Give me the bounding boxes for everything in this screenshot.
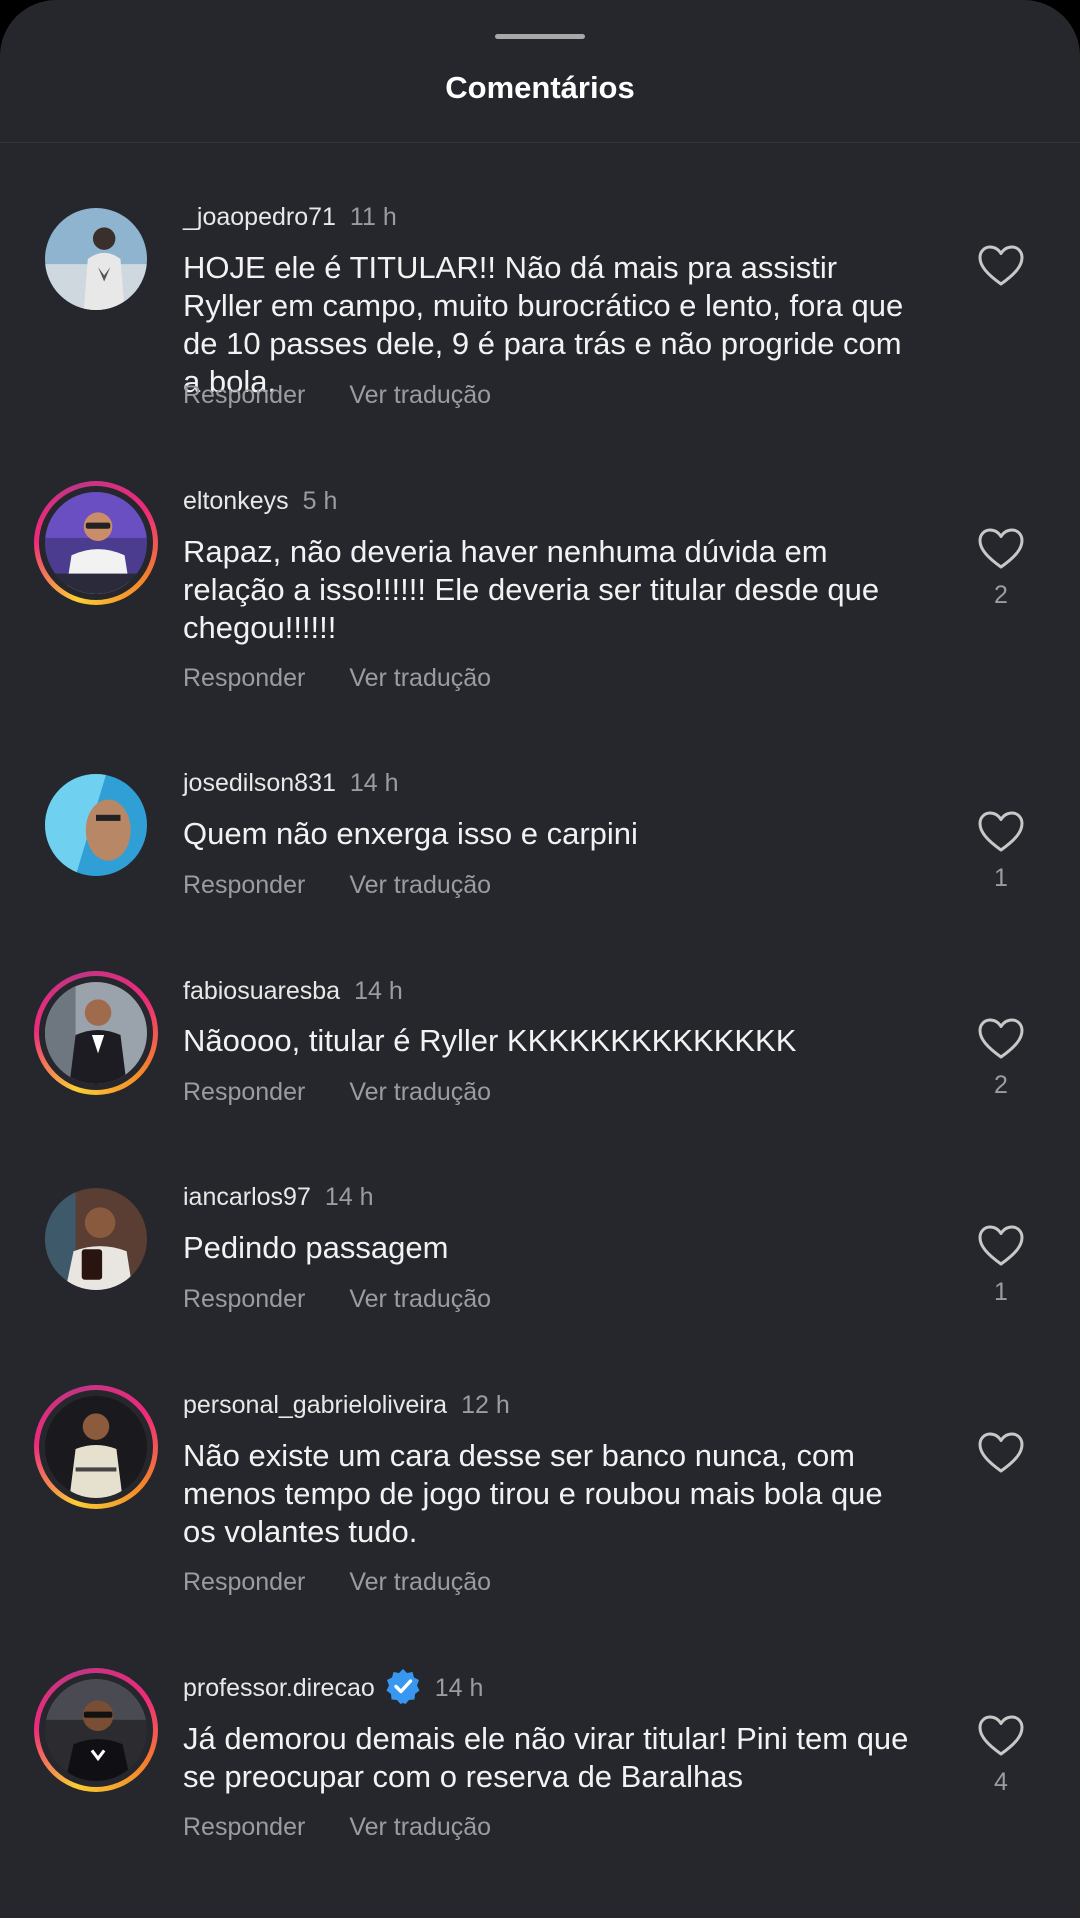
heart-outline-icon (978, 1432, 1024, 1473)
like-count: 2 (994, 1071, 1008, 1099)
comment-actions: Responder Ver tradução (183, 664, 491, 693)
username[interactable]: _joaopedro71 (183, 203, 336, 231)
see-translation-button[interactable]: Ver tradução (349, 1813, 491, 1841)
comment-actions: Responder Ver tradução (183, 871, 491, 900)
heart-outline-icon (978, 1225, 1024, 1266)
comment-meta: eltonkeys 5 h (183, 485, 337, 517)
username[interactable]: professor.direcao (183, 1674, 375, 1702)
timestamp: 14 h (434, 1674, 484, 1702)
avatar-image (45, 1396, 147, 1498)
avatar-image (45, 492, 147, 594)
avatar[interactable] (34, 971, 158, 1095)
avatar[interactable] (34, 481, 158, 605)
username[interactable]: iancarlos97 (183, 1183, 311, 1211)
comment-text: Já demorou demais ele não virar titular!… (183, 1721, 909, 1794)
like-count: 1 (994, 864, 1008, 892)
page-title: Comentários (445, 70, 635, 105)
timestamp: 14 h (349, 769, 399, 797)
timestamp: 14 h (354, 977, 403, 1005)
like-button[interactable]: 2 (975, 1017, 1027, 1100)
avatar[interactable] (34, 1668, 158, 1792)
avatar-image (45, 982, 147, 1084)
comment-text: Pedindo passagem (183, 1230, 449, 1265)
avatar[interactable] (34, 1385, 158, 1509)
comment-meta: fabiosuaresba 14 h (183, 975, 403, 1007)
comments-sheet: Comentários _joaopedro71 11 h HOJE ele é … (0, 0, 1080, 1918)
see-translation-button[interactable]: Ver tradução (349, 871, 491, 899)
avatar-image (45, 774, 147, 876)
heart-outline-icon (978, 245, 1024, 286)
username[interactable]: eltonkeys (183, 487, 289, 515)
reply-button[interactable]: Responder (183, 1078, 305, 1106)
username[interactable]: josedilson831 (183, 769, 336, 797)
comment-meta: josedilson831 14 h (183, 767, 399, 799)
see-translation-button[interactable]: Ver tradução (349, 1285, 491, 1313)
avatar-image (45, 1679, 147, 1781)
comment-meta: iancarlos97 14 h (183, 1181, 374, 1213)
like-button[interactable]: 1 (975, 1224, 1027, 1307)
comment-text: Nãoooo, titular é Ryller KKKKKKKKKKKKKK (183, 1023, 797, 1058)
comment-text: HOJE ele é TITULAR!! Não dá mais pra ass… (183, 250, 904, 399)
avatar-image (45, 208, 147, 310)
verified-badge-icon (385, 1668, 421, 1705)
comment-meta: personal_gabrieloliveira 12 h (183, 1389, 510, 1421)
heart-outline-icon (978, 1715, 1024, 1756)
like-button[interactable] (975, 244, 1027, 298)
see-translation-button[interactable]: Ver tradução (349, 664, 491, 692)
heart-outline-icon (978, 811, 1024, 852)
like-button[interactable]: 4 (975, 1714, 1027, 1797)
reply-button[interactable]: Responder (183, 871, 305, 899)
like-button[interactable]: 2 (975, 527, 1027, 610)
header-divider (0, 142, 1080, 143)
reply-button[interactable]: Responder (183, 381, 305, 409)
reply-button[interactable]: Responder (183, 1568, 305, 1596)
see-translation-button[interactable]: Ver tradução (349, 1078, 491, 1106)
like-button[interactable] (975, 1431, 1027, 1485)
comment-actions: Responder Ver tradução (183, 1078, 491, 1107)
reply-button[interactable]: Responder (183, 1813, 305, 1841)
comment-text: Não existe um cara desse ser banco nunca… (183, 1438, 883, 1549)
comment-actions: Responder Ver tradução (183, 1813, 491, 1842)
comment-actions: Responder Ver tradução (183, 1285, 491, 1314)
timestamp: 11 h (349, 203, 397, 231)
drag-handle[interactable] (495, 34, 585, 39)
reply-button[interactable]: Responder (183, 664, 305, 692)
avatar[interactable] (34, 763, 158, 887)
comment-text: Quem não enxerga isso e carpini (183, 816, 638, 851)
heart-outline-icon (978, 1018, 1024, 1059)
avatar-image (45, 1188, 147, 1290)
reply-button[interactable]: Responder (183, 1285, 305, 1313)
timestamp: 12 h (461, 1391, 510, 1419)
timestamp: 14 h (324, 1183, 374, 1211)
timestamp: 5 h (302, 487, 338, 515)
username[interactable]: fabiosuaresba (183, 977, 340, 1005)
like-count: 2 (994, 581, 1008, 609)
comment-meta: professor.direcao 14 h (183, 1669, 484, 1705)
see-translation-button[interactable]: Ver tradução (349, 381, 491, 409)
comment-actions: Responder Ver tradução (183, 381, 491, 410)
heart-outline-icon (978, 528, 1024, 569)
username[interactable]: personal_gabrieloliveira (183, 1391, 447, 1419)
avatar[interactable] (34, 197, 158, 321)
see-translation-button[interactable]: Ver tradução (349, 1568, 491, 1596)
like-button[interactable]: 1 (975, 810, 1027, 893)
avatar[interactable] (34, 1177, 158, 1301)
like-count: 4 (994, 1768, 1008, 1796)
comment-meta: _joaopedro71 11 h (183, 201, 397, 233)
comment-text: Rapaz, não deveria haver nenhuma dúvida … (183, 534, 880, 645)
like-count: 1 (994, 1278, 1008, 1306)
comment-actions: Responder Ver tradução (183, 1568, 491, 1597)
